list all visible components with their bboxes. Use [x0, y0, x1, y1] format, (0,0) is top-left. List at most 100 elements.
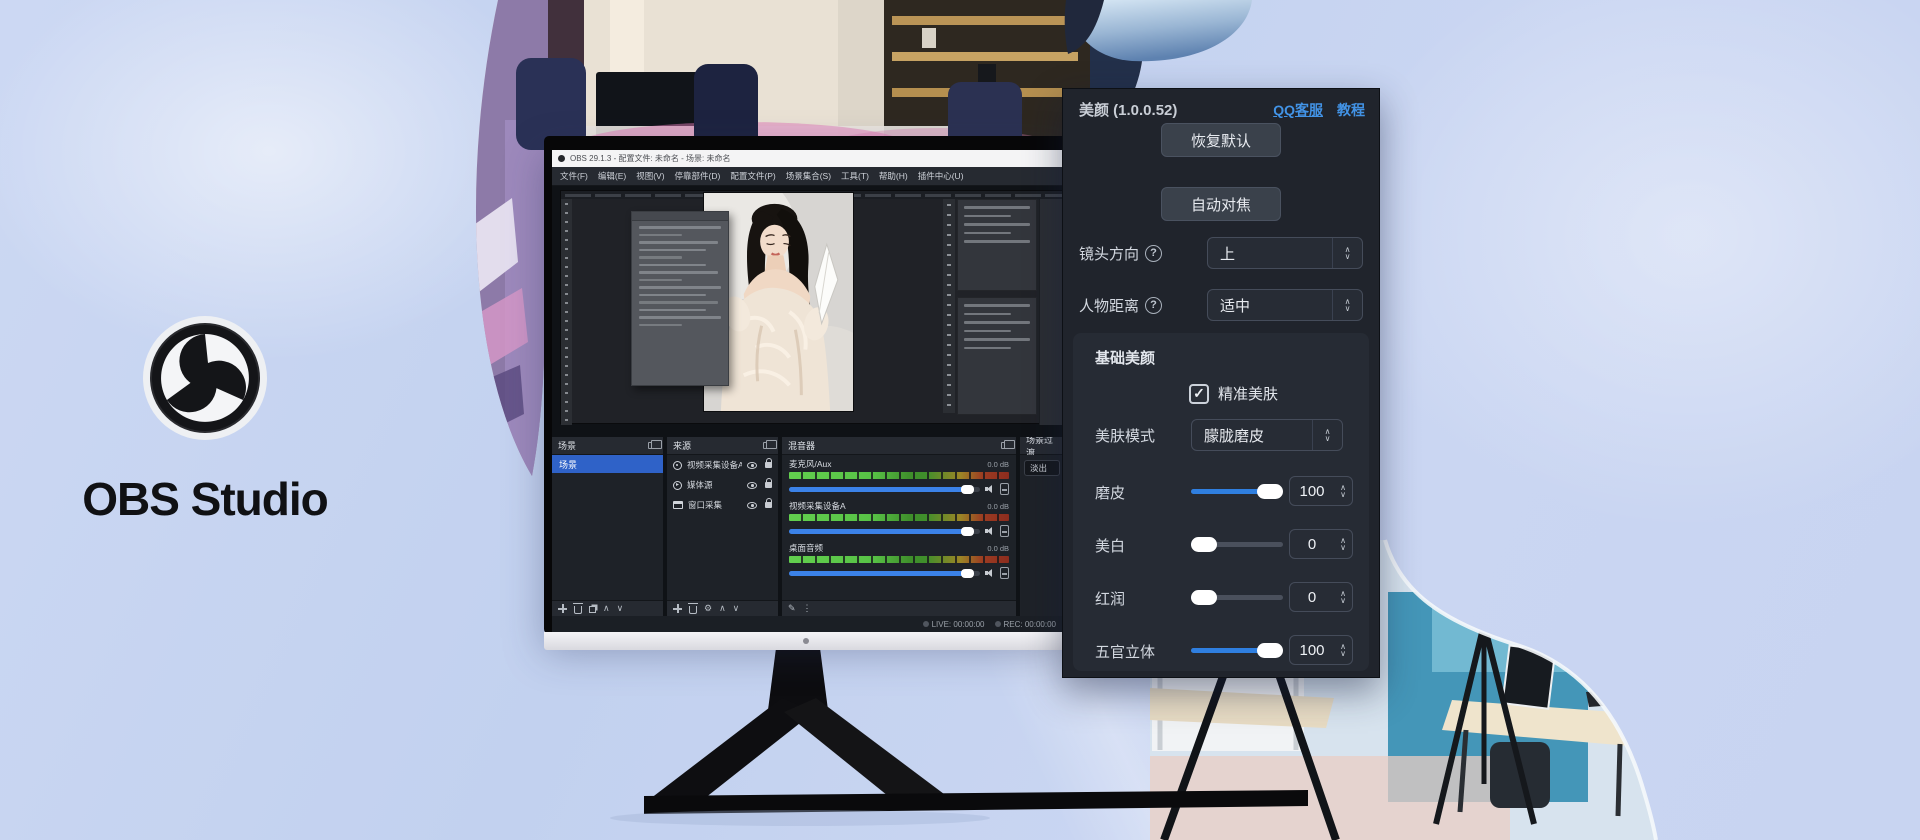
smoothing-slider[interactable] — [1191, 489, 1283, 494]
person-distance-select[interactable]: 适中 ∧∨ — [1207, 289, 1363, 321]
qq-support-link[interactable]: QQ客服 — [1273, 100, 1323, 120]
menu-scene-collection[interactable]: 场景集合(S) — [782, 168, 835, 184]
slider-handle[interactable] — [1191, 537, 1217, 552]
camera-direction-value: 上 — [1208, 243, 1332, 264]
sources-dock: 来源 视频采集设备A ▸ 媒体源 窗口采集 — [667, 437, 778, 616]
volume-slider[interactable] — [789, 571, 980, 576]
stepper-chevrons-icon[interactable]: ∧∨ — [1334, 636, 1352, 664]
speaker-icon[interactable] — [985, 527, 995, 536]
menu-file[interactable]: 文件(F) — [556, 168, 592, 184]
live-led-icon — [923, 621, 929, 627]
add-source-icon[interactable] — [673, 604, 682, 613]
menu-edit[interactable]: 编辑(E) — [594, 168, 630, 184]
menu-tools[interactable]: 工具(T) — [837, 168, 873, 184]
whitening-slider[interactable] — [1191, 542, 1283, 547]
rosiness-numbox[interactable]: 0 ∧∨ — [1289, 582, 1353, 612]
speaker-icon[interactable] — [985, 569, 995, 578]
scene-list-item[interactable]: 场景 — [552, 455, 663, 473]
obs-title-text: OBS 29.1.3 - 配置文件: 未命名 - 场景: 未命名 — [570, 153, 730, 164]
skin-mode-label: 美肤模式 — [1095, 425, 1155, 446]
channel-db: 0.0 dB — [987, 544, 1009, 553]
speaker-icon[interactable] — [985, 485, 995, 494]
transition-select[interactable]: 淡出 — [1024, 460, 1060, 476]
menu-profile[interactable]: 配置文件(P) — [726, 168, 779, 184]
lock-icon[interactable] — [765, 482, 772, 488]
source-name: 媒体源 — [687, 479, 742, 491]
help-icon[interactable]: ? — [1145, 245, 1162, 262]
skin-mode-select[interactable]: 朦胧磨皮 ∧∨ — [1191, 419, 1343, 451]
visibility-icon[interactable] — [747, 462, 757, 469]
source-down-icon[interactable]: ∨ — [733, 604, 740, 613]
spinner-chevrons-icon[interactable]: ∧∨ — [1312, 420, 1342, 450]
precise-skin-label: 精准美肤 — [1218, 383, 1278, 404]
stepper-chevrons-icon[interactable]: ∧∨ — [1334, 530, 1352, 558]
volume-slider[interactable] — [789, 487, 980, 492]
popout-icon[interactable] — [763, 442, 772, 449]
tutorial-link[interactable]: 教程 — [1337, 100, 1365, 120]
rosiness-slider[interactable] — [1191, 595, 1283, 600]
scene-down-icon[interactable]: ∨ — [617, 604, 624, 613]
source-row-window[interactable]: 窗口采集 — [667, 495, 778, 515]
add-scene-icon[interactable] — [558, 604, 567, 613]
transitions-dock: 场景过渡 淡出 — [1020, 437, 1064, 616]
lock-icon[interactable] — [765, 502, 772, 508]
popout-icon[interactable] — [1001, 442, 1010, 449]
source-properties-icon[interactable]: ⚙ — [704, 604, 712, 613]
photoshop-panel-icons — [943, 199, 955, 413]
mixer-more-icon[interactable]: ⋮ — [803, 604, 812, 613]
channel-name: 桌面音频 — [789, 542, 823, 554]
remove-scene-icon[interactable] — [574, 606, 582, 614]
skin-mode-value: 朦胧磨皮 — [1192, 425, 1312, 446]
mixer-edit-icon[interactable]: ✎ — [788, 604, 796, 613]
volume-meter — [789, 556, 1009, 563]
scene-up-icon[interactable]: ∧ — [603, 604, 610, 613]
precise-skin-row: ✓ 精准美肤 — [1189, 383, 1278, 404]
menu-plugin-center[interactable]: 插件中心(U) — [914, 168, 968, 184]
source-up-icon[interactable]: ∧ — [719, 604, 726, 613]
menu-docks[interactable]: 停靠部件(D) — [671, 168, 725, 184]
visibility-icon[interactable] — [747, 482, 757, 489]
obs-statusbar: LIVE: 00:00:00 REC: 00:00:00 — [552, 616, 1064, 632]
stepper-chevrons-icon[interactable]: ∧∨ — [1334, 477, 1352, 505]
rec-led-icon — [995, 621, 1001, 627]
sources-toolbar: ⚙ ∧ ∨ — [667, 600, 778, 616]
scene-name: 场景 — [559, 458, 577, 471]
popout-icon[interactable] — [648, 442, 657, 449]
reset-default-button[interactable]: 恢复默认 — [1161, 123, 1281, 157]
source-row-media[interactable]: ▸ 媒体源 — [667, 475, 778, 495]
spinner-chevrons-icon[interactable]: ∧∨ — [1332, 238, 1362, 268]
spinner-chevrons-icon[interactable]: ∧∨ — [1332, 290, 1362, 320]
fader-icon[interactable] — [1000, 567, 1009, 579]
volume-slider[interactable] — [789, 529, 980, 534]
smoothing-numbox[interactable]: 100 ∧∨ — [1289, 476, 1353, 506]
obs-docks: 场景 场景 ∧ ∨ 来源 — [552, 437, 1064, 616]
remove-source-icon[interactable] — [689, 606, 697, 614]
checkbox-checked[interactable]: ✓ — [1189, 384, 1209, 404]
source-row-camera[interactable]: 视频采集设备A — [667, 455, 778, 475]
help-icon[interactable]: ? — [1145, 297, 1162, 314]
menu-view[interactable]: 视图(V) — [632, 168, 668, 184]
skin-mode-row: 美肤模式 朦胧磨皮 ∧∨ — [1095, 419, 1343, 451]
stepper-chevrons-icon[interactable]: ∧∨ — [1334, 583, 1352, 611]
autofocus-button[interactable]: 自动对焦 — [1161, 187, 1281, 221]
menu-help[interactable]: 帮助(H) — [875, 168, 912, 184]
face-3d-slider[interactable] — [1191, 648, 1283, 653]
mixer-dock-title: 混音器 — [788, 439, 815, 452]
channel-name: 视频采集设备A — [789, 500, 846, 512]
visibility-icon[interactable] — [747, 502, 757, 509]
fader-icon[interactable] — [1000, 525, 1009, 537]
face-3d-value: 100 — [1290, 642, 1334, 659]
duplicate-scene-icon[interactable] — [589, 606, 596, 613]
mixer-channel: 视频采集设备A 0.0 dB — [782, 497, 1016, 539]
mixer-channel: 麦克风/Aux 0.0 dB — [782, 455, 1016, 497]
slider-handle[interactable] — [1257, 484, 1283, 499]
slider-handle[interactable] — [1257, 643, 1283, 658]
lock-icon[interactable] — [765, 462, 772, 468]
slider-handle[interactable] — [1191, 590, 1217, 605]
whitening-numbox[interactable]: 0 ∧∨ — [1289, 529, 1353, 559]
smoothing-value: 100 — [1290, 483, 1334, 500]
face-3d-numbox[interactable]: 100 ∧∨ — [1289, 635, 1353, 665]
source-name: 窗口采集 — [688, 499, 742, 511]
fader-icon[interactable] — [1000, 483, 1009, 495]
camera-direction-select[interactable]: 上 ∧∨ — [1207, 237, 1363, 269]
